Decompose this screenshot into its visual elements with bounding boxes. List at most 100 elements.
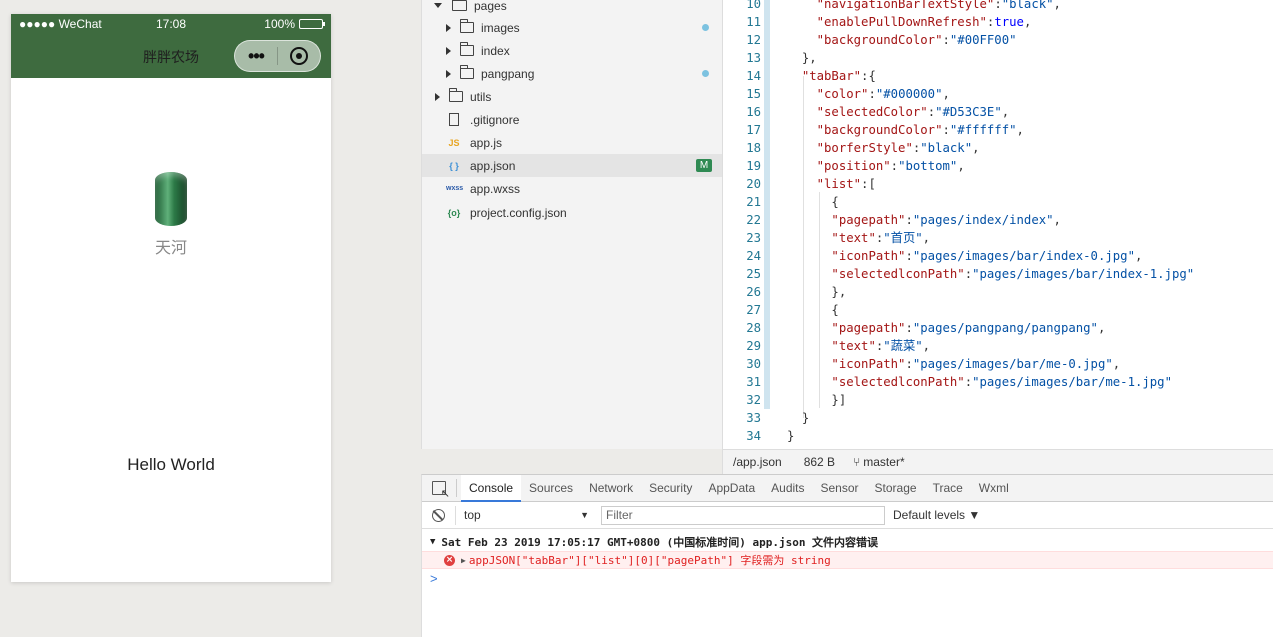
tree-file-app-js[interactable]: JS app.js bbox=[422, 131, 723, 154]
clear-console-icon[interactable] bbox=[432, 508, 445, 522]
tree-folder-pangpang[interactable]: pangpang bbox=[422, 62, 723, 85]
code-editor[interactable]: 10 "navigationBarTextStyle":"black", 11 "… bbox=[722, 0, 1273, 449]
code-text: "color":"#000000", bbox=[816, 87, 950, 101]
context-value: top bbox=[464, 508, 481, 522]
code-line[interactable]: 29 "text":"蔬菜", bbox=[723, 337, 1273, 355]
js-file-icon: JS bbox=[448, 137, 460, 148]
code-line[interactable]: 14 "tabBar":{ bbox=[723, 67, 1273, 85]
code-line[interactable]: 15 "color":"#000000", bbox=[723, 85, 1273, 103]
code-line[interactable]: 24 "iconPath":"pages/images/bar/index-0.… bbox=[723, 247, 1273, 265]
code-line[interactable]: 27 { bbox=[723, 301, 1273, 319]
code-line[interactable]: 30 "iconPath":"pages/images/bar/me-0.jpg… bbox=[723, 355, 1273, 373]
inspect-element-icon[interactable] bbox=[432, 481, 450, 500]
tree-file-app-wxss[interactable]: wxss app.wxss bbox=[422, 177, 723, 200]
line-number: 15 bbox=[746, 87, 761, 101]
code-line[interactable]: 12 "backgroundColor":"#00FF00" bbox=[723, 31, 1273, 49]
tree-label: index bbox=[481, 43, 510, 58]
close-button[interactable] bbox=[278, 47, 320, 65]
line-number: 12 bbox=[746, 33, 761, 47]
tree-label: utils bbox=[470, 89, 492, 104]
code-line[interactable]: 20 "list":[ bbox=[723, 175, 1273, 193]
tab-console[interactable]: Console bbox=[461, 474, 522, 502]
code-text: }, bbox=[801, 51, 817, 65]
code-line[interactable]: 21 { bbox=[723, 193, 1273, 211]
tab-storage[interactable]: Storage bbox=[867, 475, 925, 502]
line-number: 21 bbox=[746, 195, 761, 209]
config-file-icon: {o} bbox=[447, 207, 461, 218]
line-number: 14 bbox=[746, 69, 761, 83]
code-line[interactable]: 13 }, bbox=[723, 49, 1273, 67]
code-text: } bbox=[787, 429, 795, 443]
more-button[interactable]: ••• bbox=[235, 46, 277, 67]
tab-sources[interactable]: Sources bbox=[521, 475, 581, 502]
tree-folder-utils[interactable]: utils bbox=[422, 85, 723, 108]
status-bar: ●●●●● WeChat 17:08 100% bbox=[11, 14, 331, 34]
tree-label: pangpang bbox=[481, 66, 535, 81]
code-line[interactable]: 10 "navigationBarTextStyle":"black", bbox=[723, 0, 1273, 13]
git-branch[interactable]: master* bbox=[863, 455, 904, 469]
code-line[interactable]: 34} bbox=[723, 427, 1273, 445]
line-number: 33 bbox=[746, 411, 761, 425]
tree-folder-pages[interactable]: pages bbox=[422, 0, 723, 17]
file-icon bbox=[449, 113, 459, 126]
chevron-right-icon bbox=[435, 92, 440, 101]
code-line[interactable]: 33 } bbox=[723, 409, 1273, 427]
code-line[interactable]: 26 }, bbox=[723, 283, 1273, 301]
tab-security[interactable]: Security bbox=[641, 475, 700, 502]
console-prompt[interactable]: > bbox=[430, 571, 438, 586]
user-avatar[interactable] bbox=[155, 172, 187, 226]
line-number: 30 bbox=[746, 357, 761, 371]
code-text: "list":[ bbox=[816, 177, 876, 191]
code-text: "backgroundColor":"#ffffff", bbox=[816, 123, 1024, 137]
line-number: 11 bbox=[746, 15, 761, 29]
modified-dot bbox=[702, 24, 709, 31]
code-line[interactable]: 31 "selectedlconPath":"pages/images/bar/… bbox=[723, 373, 1273, 391]
code-line[interactable]: 32 }] bbox=[723, 391, 1273, 409]
folder-open-icon bbox=[451, 0, 467, 11]
code-line[interactable]: 22 "pagepath":"pages/index/index", bbox=[723, 211, 1273, 229]
tab-audits[interactable]: Audits bbox=[763, 475, 812, 502]
code-line[interactable]: 28 "pagepath":"pages/pangpang/pangpang", bbox=[723, 319, 1273, 337]
code-line[interactable]: 16 "selectedColor":"#D53C3E", bbox=[723, 103, 1273, 121]
tree-file-project-config[interactable]: {o} project.config.json bbox=[422, 201, 723, 224]
file-size: 862 B bbox=[803, 455, 836, 469]
tree-label: pages bbox=[474, 0, 507, 13]
user-nickname: 天河 bbox=[154, 240, 187, 257]
carrier-label: ●●●●● WeChat bbox=[19, 17, 102, 31]
battery-icon bbox=[299, 19, 325, 29]
tree-folder-images[interactable]: images bbox=[422, 16, 723, 39]
tab-trace[interactable]: Trace bbox=[925, 475, 971, 502]
json-file-icon: { } bbox=[449, 160, 459, 171]
close-target-icon bbox=[290, 47, 308, 65]
line-number: 31 bbox=[746, 375, 761, 389]
line-number: 25 bbox=[746, 267, 761, 281]
tree-folder-index[interactable]: index bbox=[422, 39, 723, 62]
error-message-row[interactable]: × ▶ appJSON["tabBar"]["list"][0]["pagePa… bbox=[422, 551, 1273, 569]
code-text: "position":"bottom", bbox=[816, 159, 965, 173]
log-group-header[interactable]: ▼ Sat Feb 23 2019 17:05:17 GMT+0800 (中国标… bbox=[430, 534, 878, 550]
line-number: 17 bbox=[746, 123, 761, 137]
code-line[interactable]: 23 "text":"首页", bbox=[723, 229, 1273, 247]
line-number: 32 bbox=[746, 393, 761, 407]
tab-sensor[interactable]: Sensor bbox=[813, 475, 867, 502]
code-text: "pagepath":"pages/pangpang/pangpang", bbox=[831, 321, 1106, 335]
tab-wxml[interactable]: Wxml bbox=[971, 475, 1017, 502]
code-line[interactable]: 19 "position":"bottom", bbox=[723, 157, 1273, 175]
tree-file-gitignore[interactable]: .gitignore bbox=[422, 108, 723, 131]
code-line[interactable]: 11 "enablePullDownRefresh":true, bbox=[723, 13, 1273, 31]
tab-network[interactable]: Network bbox=[581, 475, 641, 502]
levels-dropdown[interactable]: Default levels ▼ bbox=[893, 508, 980, 522]
tab-appdata[interactable]: AppData bbox=[700, 475, 763, 502]
tree-file-app-json[interactable]: { } app.json M bbox=[422, 154, 723, 177]
file-tree: pages images index pangpang utils .gitig… bbox=[421, 0, 723, 449]
code-line[interactable]: 18 "borferStyle":"black", bbox=[723, 139, 1273, 157]
code-text: "text":"蔬菜", bbox=[831, 339, 931, 353]
code-line[interactable]: 25 "selectedlconPath":"pages/images/bar/… bbox=[723, 265, 1273, 283]
context-select[interactable]: top ▼ bbox=[455, 505, 595, 525]
code-text: "iconPath":"pages/images/bar/me-0.jpg", bbox=[831, 357, 1121, 371]
line-number: 22 bbox=[746, 213, 761, 227]
chevron-down-icon bbox=[434, 3, 442, 8]
filter-input[interactable] bbox=[601, 505, 885, 525]
code-line[interactable]: 17 "backgroundColor":"#ffffff", bbox=[723, 121, 1273, 139]
log-group-text: Sat Feb 23 2019 17:05:17 GMT+0800 (中国标准时… bbox=[441, 536, 879, 549]
